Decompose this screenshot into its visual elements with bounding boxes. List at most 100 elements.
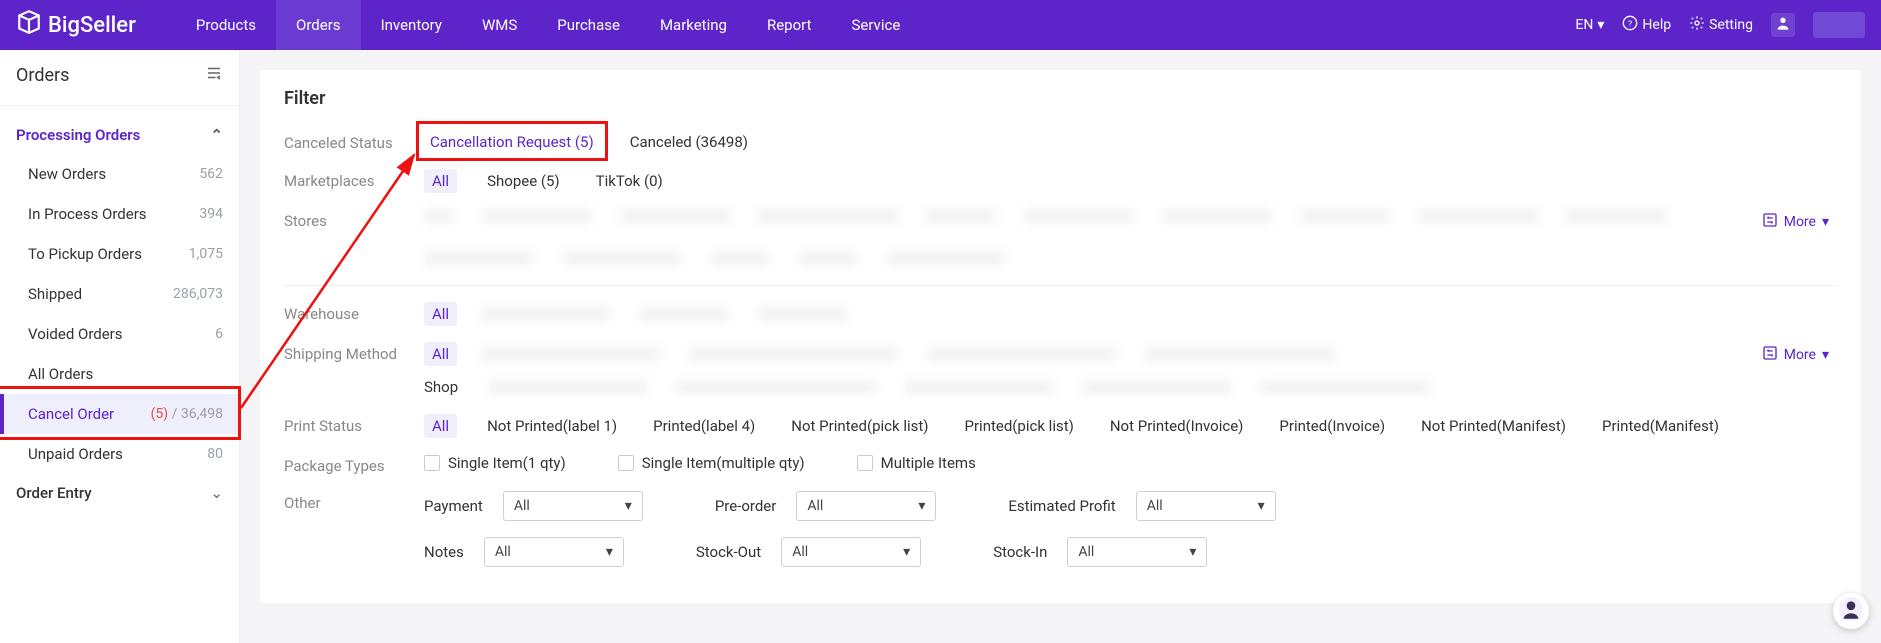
sidebar-group-label: Order Entry [16,484,92,502]
checkbox-single-multi[interactable]: Single Item(multiple qty) [618,454,805,472]
setting-label: Setting [1709,17,1753,33]
sidebar-group-order-entry[interactable]: Order Entry ⌄ [0,474,239,512]
chip-p-inv[interactable]: Printed(Invoice) [1273,415,1391,437]
help-icon: ? [1622,15,1638,35]
label-est-profit: Estimated Profit [1008,497,1115,515]
sidebar-group-processing[interactable]: Processing Orders ⌃ [0,116,239,154]
main-content: Filter Canceled Status Cancellation Requ… [240,50,1881,643]
chip-np-label[interactable]: Not Printed(label 1) [481,415,623,437]
support-avatar-icon [1838,596,1864,627]
sidebar-item-new-orders[interactable]: New Orders 562 [0,154,239,194]
select-payment[interactable]: All▾ [503,491,643,521]
chevron-down-icon: ⌄ [210,484,223,502]
nav-report[interactable]: Report [747,0,832,50]
sidebar-item-count: (5) / 36,498 [151,406,223,422]
help-link[interactable]: ? Help [1622,15,1671,35]
checkbox-single-1qty[interactable]: Single Item(1 qty) [424,454,566,472]
chip-marketplace-tiktok[interactable]: TikTok (0) [590,170,669,192]
filter-panel: Filter Canceled Status Cancellation Requ… [260,70,1861,603]
chip-np-man[interactable]: Not Printed(Manifest) [1415,415,1572,437]
select-notes[interactable]: All▾ [484,537,624,567]
caret-down-icon: ▾ [1189,544,1196,560]
nav-inventory[interactable]: Inventory [361,0,462,50]
more-label: More [1784,214,1816,230]
brand[interactable]: BigSeller [16,9,136,41]
sidebar-item-label: All Orders [28,365,93,383]
select-preorder[interactable]: All▾ [796,491,936,521]
chip-p-man[interactable]: Printed(Manifest) [1596,415,1725,437]
sidebar-item-in-process[interactable]: In Process Orders 394 [0,194,239,234]
caret-down-icon: ▾ [918,498,925,514]
caret-down-icon: ▾ [1597,17,1604,33]
filter-row-stores: Stores More ▾ [284,201,1837,273]
sidebar-item-shipped[interactable]: Shipped 286,073 [0,274,239,314]
sidebar-item-label: In Process Orders [28,205,147,223]
setting-link[interactable]: Setting [1689,15,1753,35]
filter-label: Warehouse [284,302,424,323]
chip-p-pick[interactable]: Printed(pick list) [959,415,1080,437]
checkbox-icon [618,455,634,471]
sidebar-item-label: New Orders [28,165,106,183]
warehouse-redacted [481,307,847,321]
lang-switch[interactable]: EN ▾ [1575,17,1604,33]
chip-shipping-shop[interactable]: Shop [424,376,464,398]
chip-shipping-all[interactable]: All [424,342,457,366]
filter-label: Marketplaces [284,169,424,190]
sidebar-group-label: Processing Orders [16,126,140,144]
chip-cancellation-request[interactable]: Cancellation Request (5) [424,131,600,153]
filter-label: Canceled Status [284,131,424,152]
checkbox-icon [424,455,440,471]
label-preorder: Pre-order [715,497,777,515]
filter-row-canceled-status: Canceled Status Cancellation Request (5)… [284,123,1837,161]
filter-label: Stores [284,209,424,230]
label-notes: Notes [424,543,464,561]
sidebar-item-cancel-order[interactable]: Cancel Order (5) / 36,498 [0,394,239,434]
select-stockin[interactable]: All▾ [1067,537,1207,567]
sidebar-item-all-orders[interactable]: All Orders [0,354,239,394]
collapse-sidebar-icon[interactable] [205,64,223,87]
nav-products[interactable]: Products [176,0,276,50]
filter-label: Package Types [284,454,424,475]
filter-row-shipping-method: Shipping Method All Shop [284,334,1837,406]
chip-warehouse-all[interactable]: All [424,302,457,326]
nav-orders[interactable]: Orders [276,0,361,50]
lang-label: EN [1575,17,1593,33]
caret-down-icon: ▾ [625,498,632,514]
sidebar-item-label: Shipped [28,285,82,303]
chevron-up-icon: ⌃ [210,126,223,144]
filter-row-print-status: Print Status All Not Printed(label 1) Pr… [284,406,1837,446]
nav-marketing[interactable]: Marketing [640,0,747,50]
chip-canceled[interactable]: Canceled (36498) [624,131,754,153]
filter-label: Other [284,491,424,512]
shipping-redacted [481,347,1335,361]
select-stockout[interactable]: All▾ [781,537,921,567]
chip-np-pick[interactable]: Not Printed(pick list) [785,415,934,437]
nav-service[interactable]: Service [831,0,920,50]
support-chat-button[interactable] [1833,593,1869,629]
chip-print-all[interactable]: All [424,414,457,438]
nav-wms[interactable]: WMS [462,0,537,50]
sidebar-item-to-pickup[interactable]: To Pickup Orders 1,075 [0,234,239,274]
swap-icon [1762,212,1778,232]
svg-text:?: ? [1628,19,1632,29]
filter-label: Shipping Method [284,342,424,363]
shipping-more-button[interactable]: More ▾ [1762,342,1837,365]
checkbox-icon [857,455,873,471]
chip-np-inv[interactable]: Not Printed(Invoice) [1104,415,1250,437]
divider [284,285,1837,286]
select-est-profit[interactable]: All▾ [1136,491,1276,521]
label-payment: Payment [424,497,483,515]
sidebar-item-count: 80 [207,446,223,462]
sidebar-item-unpaid[interactable]: Unpaid Orders 80 [0,434,239,474]
chip-p-label[interactable]: Printed(label 4) [647,415,761,437]
sidebar-item-voided[interactable]: Voided Orders 6 [0,314,239,354]
chip-marketplace-shopee[interactable]: Shopee (5) [481,170,566,192]
caret-down-icon: ▾ [1822,214,1829,230]
nav-purchase[interactable]: Purchase [537,0,640,50]
checkbox-multiple-items[interactable]: Multiple Items [857,454,976,472]
top-bar: BigSeller Products Orders Inventory WMS … [0,0,1881,50]
chip-marketplace-all[interactable]: All [424,169,457,193]
sidebar-item-count: 562 [199,166,223,182]
user-avatar[interactable] [1771,13,1795,37]
stores-more-button[interactable]: More ▾ [1762,209,1837,232]
